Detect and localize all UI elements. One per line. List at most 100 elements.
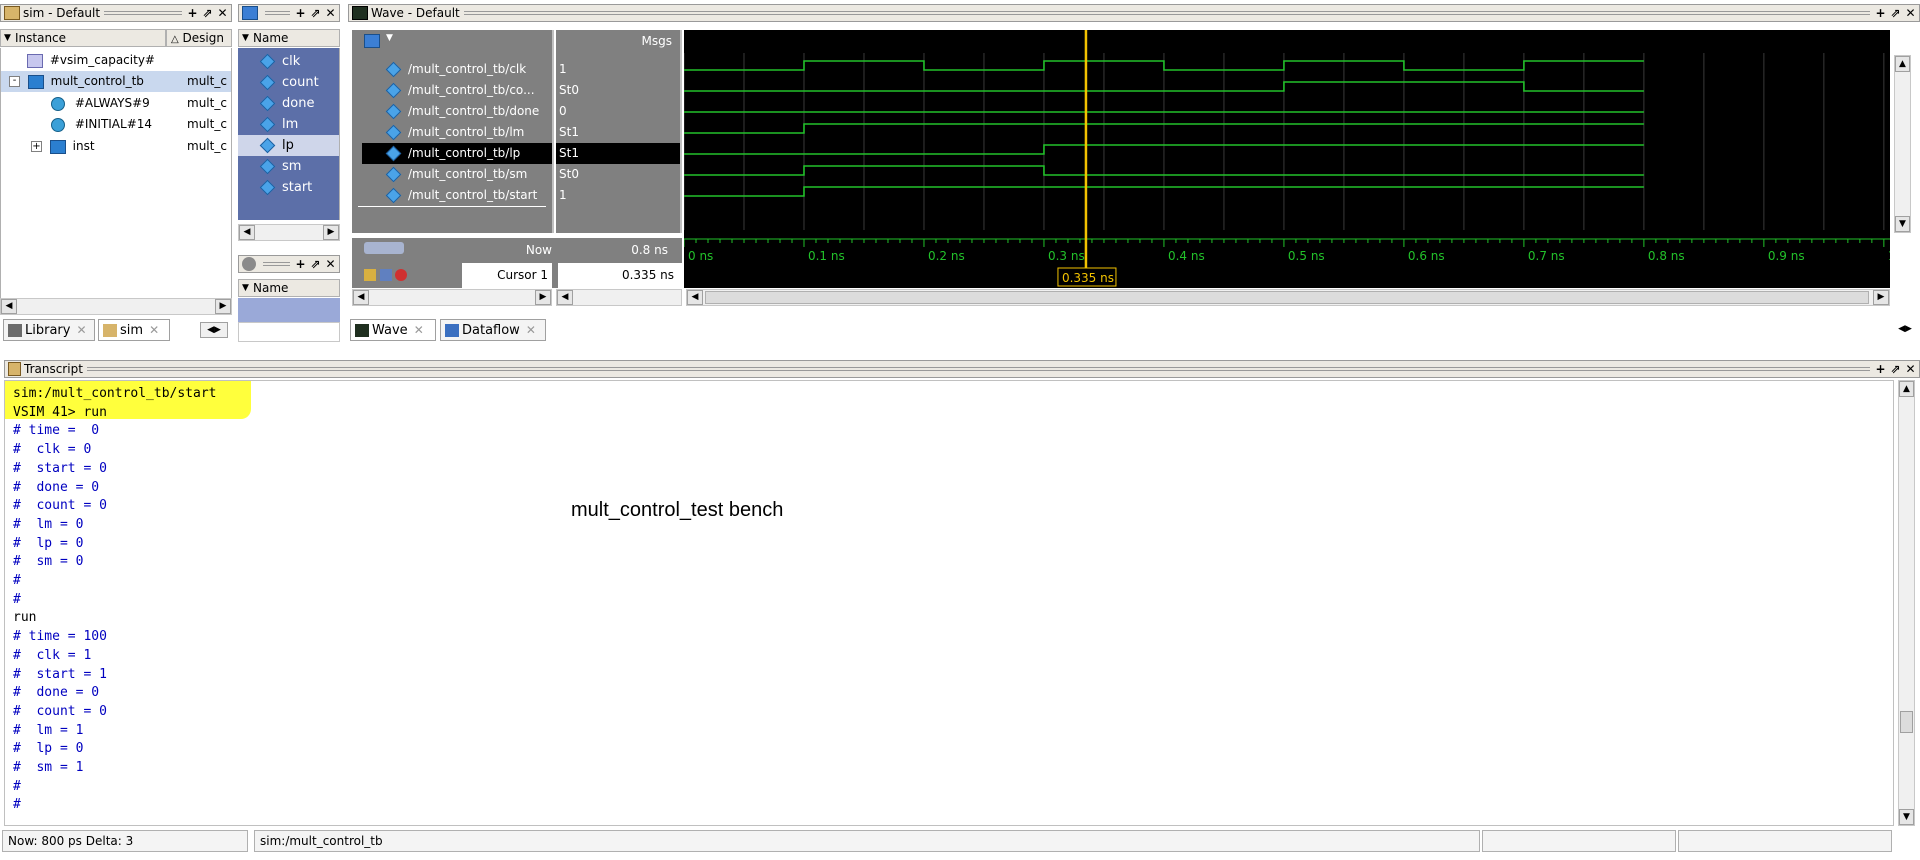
tab-scroll-arrows[interactable]: ◀▶ — [1894, 322, 1916, 338]
dock-icon[interactable]: + — [1874, 6, 1887, 20]
object-label: start — [282, 180, 313, 195]
wave-signal-row-selected[interactable]: /mult_control_tb/lp — [362, 143, 552, 164]
transcript-vscroll-thumb[interactable] — [1900, 711, 1913, 733]
transcript-line: VSIM 41> run — [13, 404, 107, 420]
close-icon[interactable]: ✕ — [1904, 6, 1917, 20]
scroll-right-icon[interactable]: ▶ — [215, 299, 231, 314]
scroll-right-icon[interactable]: ▶ — [1873, 290, 1889, 305]
object-item-clk[interactable]: clk — [259, 51, 338, 72]
add-cursor-icon[interactable] — [380, 269, 392, 281]
wave-hscrollbar[interactable]: ◀ ▶ — [686, 289, 1890, 306]
undock-icon[interactable]: ⇗ — [1889, 6, 1902, 20]
wave-names-hscrollbar[interactable]: ◀ ▶ — [352, 289, 552, 306]
scroll-down-icon[interactable]: ▼ — [1895, 216, 1910, 232]
expand-icon[interactable]: + — [31, 141, 42, 152]
undock-icon[interactable]: ⇗ — [201, 6, 214, 20]
wave-signal-row[interactable]: /mult_control_tb/clk — [352, 59, 552, 80]
object-item-sm[interactable]: sm — [259, 156, 338, 177]
wave-values-hscrollbar[interactable]: ◀ — [556, 289, 682, 306]
processes-name-header[interactable]: ▼ Name — [238, 279, 340, 297]
wave-signal-row[interactable]: /mult_control_tb/done — [352, 101, 552, 122]
tree-row-inst[interactable]: + inst mult_c — [1, 136, 231, 157]
wave-signal-value: 1 — [559, 62, 567, 76]
tree-row-always[interactable]: #ALWAYS#9 mult_c — [1, 93, 231, 114]
close-icon[interactable]: ✕ — [149, 323, 159, 337]
tree-row-initial[interactable]: #INITIAL#14 mult_c — [1, 114, 231, 135]
tab-scroll-arrows[interactable]: ◀▶ — [200, 322, 228, 338]
object-item-lp[interactable]: lp — [238, 135, 339, 156]
dock-icon[interactable]: + — [1874, 362, 1887, 376]
tab-dataflow[interactable]: Dataflow ✕ — [440, 319, 546, 341]
dropdown-arrow-icon[interactable]: ▼ — [386, 33, 393, 43]
transcript-vscrollbar[interactable]: ▲ ▼ — [1898, 380, 1915, 826]
scroll-left-icon[interactable]: ◀ — [239, 225, 255, 240]
status-empty-1 — [1482, 830, 1676, 852]
cursor-value: 0.335 ns — [558, 263, 682, 288]
titlebar-grip — [263, 262, 290, 266]
tab-wave[interactable]: Wave ✕ — [350, 319, 436, 341]
undock-icon[interactable]: ⇗ — [309, 257, 322, 271]
scroll-left-icon[interactable]: ◀ — [1, 299, 17, 314]
time-tick-label: 0.9 ns — [1768, 249, 1805, 263]
time-tick-label: 1 — [1888, 249, 1890, 263]
object-item-count[interactable]: count — [259, 72, 338, 93]
scroll-up-icon[interactable]: ▲ — [1895, 56, 1910, 72]
instance-tree: #vsim_capacity# - mult_control_tb mult_c… — [0, 48, 232, 298]
processes-name-label: Name — [253, 281, 289, 295]
scroll-down-icon[interactable]: ▼ — [1899, 809, 1914, 825]
wave-hscroll-thumb[interactable] — [705, 291, 1869, 304]
wave-vscrollbar[interactable]: ▲ ▼ — [1894, 55, 1911, 233]
wave-names-header[interactable]: ▼ — [352, 30, 554, 53]
close-icon[interactable]: ✕ — [414, 323, 424, 337]
scroll-left-icon[interactable]: ◀ — [687, 290, 703, 305]
processes-pane-titlebar[interactable]: + ⇗ ✕ — [238, 255, 340, 273]
lock-icon[interactable] — [364, 269, 376, 281]
wave-toolbar-icon[interactable] — [364, 34, 380, 48]
objects-name-header[interactable]: ▼ Name — [238, 29, 340, 47]
scroll-right-icon[interactable]: ▶ — [323, 225, 339, 240]
tab-library[interactable]: Library ✕ — [3, 319, 95, 341]
wave-signal-row[interactable]: /mult_control_tb/start — [352, 185, 552, 206]
design-column-header[interactable]: △ Design — [166, 29, 232, 47]
scroll-right-icon[interactable]: ▶ — [535, 290, 551, 305]
design-column-label: Design — [182, 31, 224, 45]
tree-row-mult-control-tb[interactable]: - mult_control_tb mult_c — [1, 71, 231, 92]
close-icon[interactable]: ✕ — [1904, 362, 1917, 376]
undock-icon[interactable]: ⇗ — [309, 6, 322, 20]
signal-icon — [385, 145, 402, 162]
instance-column-header[interactable]: ▼ Instance — [0, 29, 166, 47]
objects-pane-titlebar[interactable]: + ⇗ ✕ — [238, 4, 340, 22]
objects-hscrollbar[interactable]: ◀ ▶ — [238, 224, 340, 241]
waveform-display[interactable]: 0 ns 0.1 ns 0.2 ns 0.3 ns 0.4 ns 0.5 ns 0.6 ns… — [684, 30, 1890, 288]
close-icon[interactable]: ✕ — [526, 323, 536, 337]
sim-pane-titlebar[interactable]: sim - Default + ⇗ ✕ — [0, 4, 232, 22]
tab-sim[interactable]: sim ✕ — [98, 319, 170, 341]
wave-signal-row[interactable]: /mult_control_tb/lm — [352, 122, 552, 143]
scroll-up-icon[interactable]: ▲ — [1899, 381, 1914, 397]
dock-icon[interactable]: + — [294, 6, 307, 20]
now-icons[interactable] — [364, 242, 404, 254]
transcript-line: # lm = 0 — [13, 516, 84, 532]
collapse-icon[interactable]: - — [9, 76, 20, 87]
object-item-start[interactable]: start — [259, 177, 338, 198]
dock-icon[interactable]: + — [186, 6, 199, 20]
tree-row-vsim-capacity[interactable]: #vsim_capacity# — [27, 50, 227, 71]
remove-cursor-icon[interactable] — [395, 269, 407, 281]
sim-hscrollbar[interactable]: ◀ ▶ — [0, 298, 232, 315]
close-icon[interactable]: ✕ — [324, 6, 337, 20]
scroll-left-icon[interactable]: ◀ — [557, 290, 573, 305]
undock-icon[interactable]: ⇗ — [1889, 362, 1902, 376]
object-item-done[interactable]: done — [259, 93, 338, 114]
close-icon[interactable]: ✕ — [76, 323, 86, 337]
transcript-body[interactable]: sim:/mult_control_tb/start VSIM 41> run # … — [4, 380, 1894, 826]
wave-signal-row[interactable]: /mult_control_tb/co... — [352, 80, 552, 101]
wave-signal-row[interactable]: /mult_control_tb/sm — [352, 164, 552, 185]
cursor-row[interactable]: Cursor 1 0.335 ns — [352, 263, 682, 288]
close-icon[interactable]: ✕ — [324, 257, 337, 271]
dock-icon[interactable]: + — [294, 257, 307, 271]
scroll-left-icon[interactable]: ◀ — [353, 290, 369, 305]
wave-pane-titlebar[interactable]: Wave - Default + ⇗ ✕ — [348, 4, 1920, 22]
object-item-lm[interactable]: lm — [259, 114, 338, 135]
close-icon[interactable]: ✕ — [216, 6, 229, 20]
transcript-titlebar[interactable]: Transcript + ⇗ ✕ — [4, 360, 1920, 378]
